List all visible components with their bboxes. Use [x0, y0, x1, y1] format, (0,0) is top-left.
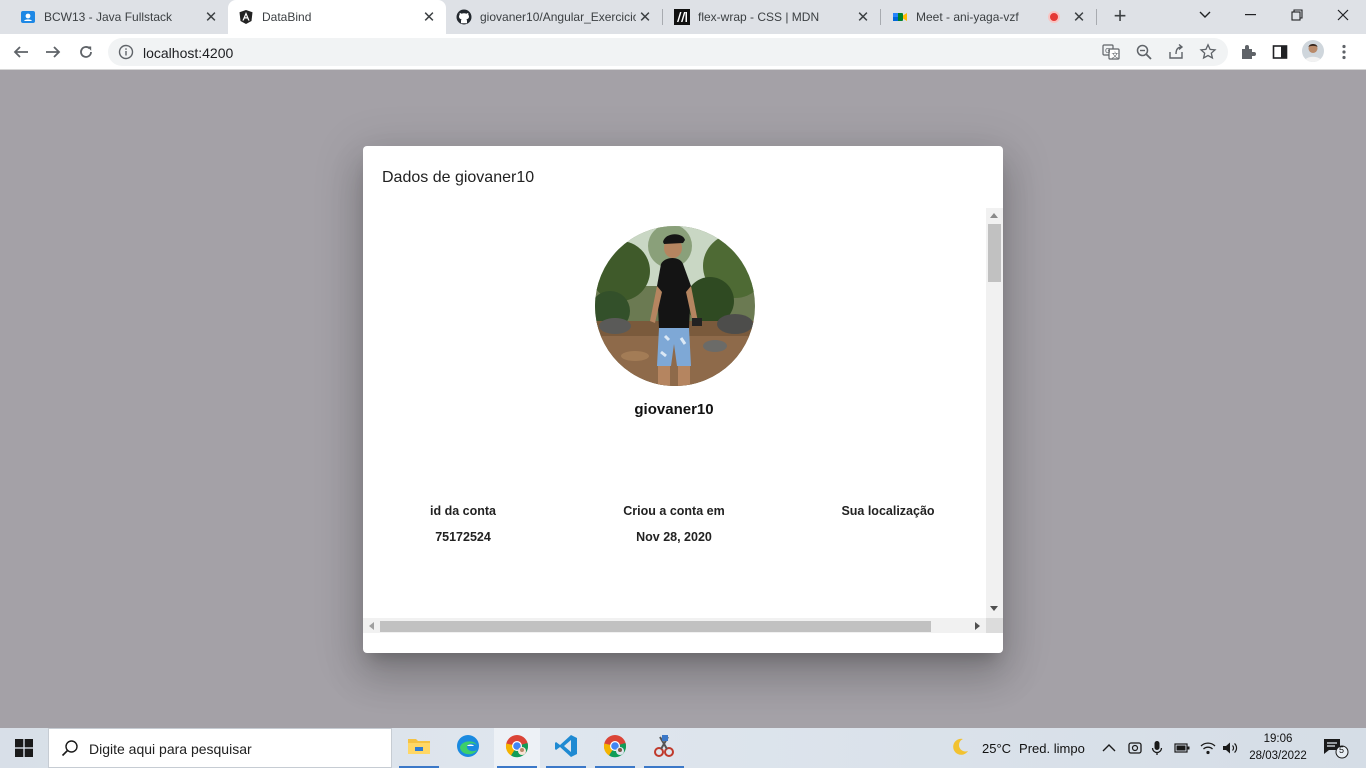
tab-github[interactable]: giovaner10/Angular_Exercicio ✕ [446, 0, 662, 34]
taskbar-vscode[interactable] [543, 728, 589, 768]
notification-center-icon[interactable]: 5 [1323, 728, 1349, 768]
notification-count-badge: 5 [1339, 745, 1345, 755]
weather-widget[interactable]: 25°C Pred. limpo [950, 728, 1085, 768]
user-details-dialog: Dados de giovaner10 giovaner10 id da con… [363, 146, 1003, 653]
recording-icon [1048, 11, 1060, 23]
tab-meet[interactable]: Meet - ani-yaga-vzf ✕ [882, 0, 1096, 34]
show-hidden-icons-icon[interactable] [1102, 728, 1116, 768]
profile-avatar[interactable] [1302, 40, 1324, 62]
minimize-icon[interactable] [1228, 0, 1274, 30]
horizontal-scrollbar[interactable] [363, 618, 986, 633]
angular-icon [238, 9, 254, 25]
vertical-scrollbar[interactable] [986, 208, 1003, 618]
microphone-icon[interactable] [1151, 728, 1163, 768]
chrome-icon [505, 734, 529, 763]
windows-taskbar: Digite aqui para pesquisar 25°C Pred. li… [0, 728, 1366, 768]
dialog-title: Dados de giovaner10 [382, 169, 535, 186]
taskbar-chrome-2[interactable] [592, 728, 638, 768]
mdn-icon [674, 9, 690, 25]
weather-temp: 25°C [982, 740, 1012, 756]
close-tab-icon[interactable]: ✕ [636, 8, 654, 26]
tab-bcw13[interactable]: BCW13 - Java Fullstack ✕ [0, 0, 228, 34]
restore-icon[interactable] [1274, 0, 1320, 30]
reload-icon[interactable] [73, 39, 99, 65]
back-icon[interactable] [8, 39, 34, 65]
bookmark-star-icon[interactable] [1199, 43, 1217, 61]
tab-divider [662, 9, 663, 25]
svg-text:文: 文 [1112, 51, 1119, 60]
zoom-out-icon[interactable] [1135, 43, 1153, 61]
taskbar-search-box[interactable]: Digite aqui para pesquisar [48, 728, 392, 768]
github-icon [456, 9, 472, 25]
tab-divider [1096, 9, 1097, 25]
scroll-up-arrow-icon[interactable] [990, 213, 998, 218]
site-info-icon[interactable] [118, 44, 134, 60]
tab-mdn[interactable]: flex-wrap - CSS | MDN ✕ [664, 0, 880, 34]
svg-text:G: G [1105, 47, 1110, 55]
created-at-value: Nov 28, 2020 [636, 530, 712, 544]
search-placeholder: Digite aqui para pesquisar [89, 741, 252, 757]
scroll-right-arrow-icon[interactable] [975, 622, 980, 630]
taskbar-clock[interactable]: 19:06 28/03/2022 [1238, 731, 1318, 765]
windows-start-icon[interactable] [0, 728, 48, 768]
file-explorer-icon [407, 736, 431, 761]
browser-toolbar: localhost:4200 G文 [0, 34, 1366, 70]
menu-kebab-icon[interactable] [1334, 42, 1354, 62]
close-tab-icon[interactable]: ✕ [420, 8, 438, 26]
tab-title: Meet - ani-yaga-vzf [916, 10, 1019, 24]
close-tab-icon[interactable]: ✕ [854, 8, 872, 26]
account-id-value: 75172524 [435, 530, 491, 544]
clock-date: 28/03/2022 [1249, 750, 1307, 762]
translate-icon[interactable]: G文 [1102, 43, 1120, 61]
tab-strip: BCW13 - Java Fullstack ✕ DataBind ✕ giov… [0, 0, 1366, 34]
dialog-content: giovaner10 id da conta 75172524 Criou a … [363, 208, 1003, 633]
new-tab-button[interactable]: + [1108, 5, 1132, 29]
search-icon [61, 739, 79, 762]
moon-icon [950, 737, 970, 760]
meet-icon [892, 9, 908, 25]
tab-title: BCW13 - Java Fullstack [44, 10, 173, 24]
taskbar-file-explorer[interactable] [396, 728, 442, 768]
vertical-scroll-thumb[interactable] [988, 224, 1001, 282]
tab-title: flex-wrap - CSS | MDN [698, 10, 820, 24]
snipping-tool-icon [652, 734, 676, 763]
url-text: localhost:4200 [143, 45, 234, 61]
taskbar-chrome-1[interactable] [494, 728, 540, 768]
meet-now-icon[interactable] [1127, 728, 1143, 768]
address-bar[interactable]: localhost:4200 G文 [108, 38, 1228, 66]
vscode-icon [554, 734, 578, 763]
classroom-icon [20, 9, 36, 25]
tab-title: giovaner10/Angular_Exercicio [480, 10, 636, 24]
edge-icon [456, 734, 480, 763]
horizontal-scroll-thumb[interactable] [380, 621, 931, 632]
share-icon[interactable] [1167, 43, 1185, 61]
tab-databind[interactable]: DataBind ✕ [228, 0, 446, 34]
scroll-left-arrow-icon[interactable] [369, 622, 374, 630]
user-avatar [595, 226, 755, 386]
weather-desc: Pred. limpo [1019, 740, 1085, 756]
scroll-down-arrow-icon[interactable] [990, 606, 998, 611]
clock-time: 19:06 [1263, 733, 1293, 745]
column-label-location: Sua localização [841, 504, 935, 518]
taskbar-edge[interactable] [445, 728, 491, 768]
username-label: giovaner10 [634, 401, 714, 418]
scrollbar-corner [986, 618, 1003, 633]
tab-title: DataBind [262, 10, 312, 24]
column-label-created-at: Criou a conta em [623, 504, 725, 518]
battery-icon[interactable] [1174, 728, 1190, 768]
close-window-icon[interactable] [1320, 0, 1366, 30]
side-panel-icon[interactable] [1270, 42, 1290, 62]
extensions-icon[interactable] [1238, 42, 1258, 62]
close-tab-icon[interactable]: ✕ [202, 8, 220, 26]
wifi-icon[interactable] [1200, 728, 1216, 768]
column-label-account-id: id da conta [430, 504, 496, 518]
tab-divider [880, 9, 881, 25]
taskbar-snipping-tool[interactable] [641, 728, 687, 768]
chrome-icon [603, 734, 627, 763]
close-tab-icon[interactable]: ✕ [1070, 8, 1088, 26]
tab-search-icon[interactable] [1182, 0, 1228, 30]
forward-icon[interactable] [40, 39, 66, 65]
